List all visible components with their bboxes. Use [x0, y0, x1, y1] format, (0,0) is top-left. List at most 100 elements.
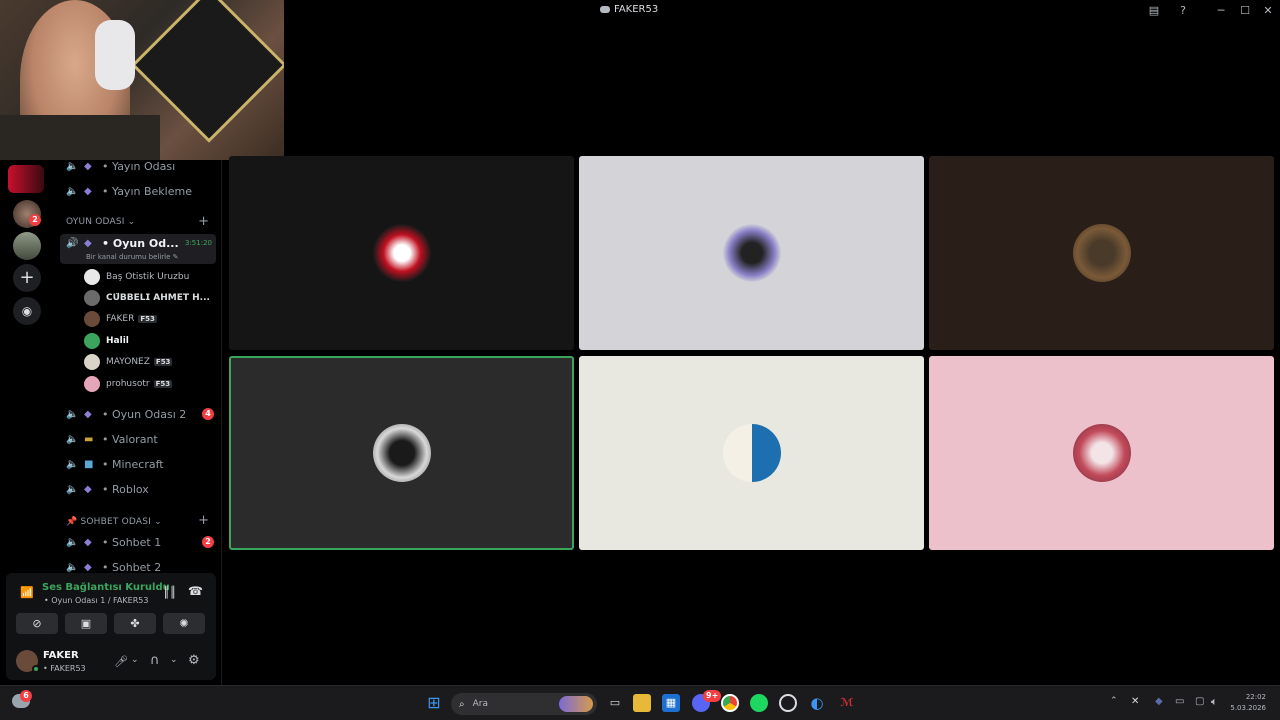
voice-status[interactable]: Ses Bağlantısı Kuruldu	[42, 582, 170, 593]
taskbar-search[interactable]: ⌕ Ara	[451, 693, 597, 715]
edge-icon[interactable]: ◐	[808, 694, 826, 712]
user-name[interactable]: FAKER	[43, 650, 79, 661]
video-tile[interactable]	[229, 156, 574, 350]
close-button[interactable]: ✕	[1260, 3, 1276, 19]
member-name: Baş Otistik Uruzbu	[106, 272, 190, 282]
avatar	[84, 333, 100, 349]
roblox-icon: ◆	[84, 483, 92, 495]
spotify-icon[interactable]	[750, 694, 768, 712]
voice-channel-path[interactable]: • Oyun Odası 1 / FAKER53	[44, 596, 148, 605]
video-tile[interactable]	[929, 156, 1274, 350]
channel-roblox[interactable]: 🔈 ◆ • Roblox	[60, 478, 216, 500]
channel-minecraft[interactable]: 🔈 ■ • Minecraft	[60, 453, 216, 475]
activities-button[interactable]: ✤	[114, 613, 156, 634]
help-icon[interactable]: ?	[1175, 3, 1191, 19]
webcam-headset	[95, 20, 135, 90]
channel-yayin-odasi[interactable]: 🔈 ◆ • Yayın Odası	[60, 160, 216, 177]
participant-avatar	[1072, 424, 1131, 482]
search-highlight-icon	[559, 696, 593, 712]
voice-timer: 3:51:20	[185, 239, 212, 247]
server-logo-icon[interactable]	[8, 165, 44, 193]
valorant-icon: ▬	[84, 433, 94, 445]
channel-oyun-odasi-1[interactable]: 🔊 ◆ • Oyun Od... 3:51:20 Bir kanal durum…	[60, 234, 216, 264]
member-tag: F53	[153, 358, 173, 366]
keyboard-icon[interactable]: ▭	[1175, 696, 1184, 707]
display-icon[interactable]: ▢	[1195, 696, 1204, 707]
camera-off-button[interactable]: ⊘	[16, 613, 58, 634]
system-clock[interactable]: 22:02 5.03.2026	[1230, 692, 1266, 714]
participant-avatar	[722, 224, 781, 282]
discord-icon	[600, 6, 610, 13]
add-server-icon[interactable]: +	[13, 264, 41, 292]
channel-icon: ◆	[84, 536, 92, 548]
obs-icon[interactable]	[779, 694, 797, 712]
headphones-icon[interactable]: ∩	[150, 653, 160, 668]
chrome-icon[interactable]	[721, 694, 739, 712]
disconnect-icon[interactable]: ☎	[188, 584, 203, 598]
voice-member[interactable]: prohusotr F53	[84, 374, 173, 394]
task-view-icon[interactable]: ▭	[606, 694, 624, 712]
clock-date: 5.03.2026	[1230, 704, 1266, 712]
search-icon: ⌕	[459, 698, 465, 710]
speaker-icon: 🔈	[66, 160, 79, 172]
voice-member[interactable]: Halil	[84, 331, 129, 351]
add-channel-icon[interactable]: +	[198, 214, 209, 229]
voice-member[interactable]: 𝗖𝗨̈𝗕𝗕𝗘𝗟𝗜 𝗔𝗛𝗠𝗘𝗧 𝗛...	[84, 288, 210, 308]
voice-connection-panel: 📶 Ses Bağlantısı Kuruldu • Oyun Odası 1 …	[6, 573, 216, 680]
weather-badge: 6	[20, 690, 32, 702]
video-tile[interactable]	[229, 356, 574, 550]
channel-oyun-odasi-2[interactable]: 🔈 ◆ • Oyun Odası 2 4	[60, 403, 216, 425]
avatar	[84, 354, 100, 370]
store-icon[interactable]: ▦	[662, 694, 680, 712]
speaker-icon: 🔈	[66, 483, 79, 495]
tray-app-icon[interactable]: ✕	[1131, 696, 1139, 707]
video-tile[interactable]	[579, 356, 924, 550]
channel-yayin-bekleme[interactable]: 🔈 ◆ • Yayın Bekleme	[60, 180, 216, 202]
chevron-down-icon[interactable]: ⌄	[170, 655, 178, 665]
windows-start-icon[interactable]: ⊞	[425, 694, 443, 712]
video-tile[interactable]	[579, 156, 924, 350]
channel-sohbet-1[interactable]: 🔈 ◆ • Sohbet 1 2	[60, 531, 216, 553]
channel-status-hint[interactable]: Bir kanal durumu belirle ✎	[86, 253, 179, 261]
category-label: SOHBET ODASI ⌄	[80, 517, 162, 527]
member-name: 𝗖𝗨̈𝗕𝗕𝗘𝗟𝗜 𝗔𝗛𝗠𝗘𝗧 𝗛...	[106, 293, 210, 303]
taskbar: 6 ⊞ ⌕ Ara ▭ ▦ 9+ ◐ ℳ ⌃ ✕ ◆ ▭ ▢ 🔈︎ 22:02 …	[0, 685, 1280, 720]
volume-icon[interactable]: 🔈︎	[1211, 695, 1218, 709]
explore-icon[interactable]: ◉	[13, 297, 41, 325]
microphone-icon[interactable]: 🎤︎	[114, 655, 128, 668]
video-tile[interactable]	[929, 356, 1274, 550]
channel-label: • Valorant	[102, 432, 158, 446]
noise-suppression-icon[interactable]: ║║	[163, 586, 176, 599]
channel-icon: ◆	[84, 185, 92, 197]
soundboard-button[interactable]: ✺	[163, 613, 205, 634]
voice-member[interactable]: FAKER F53	[84, 309, 157, 329]
channel-icon: ◆	[84, 238, 92, 249]
app-icon[interactable]: ℳ	[838, 694, 856, 712]
screen-share-button[interactable]: ▣	[65, 613, 107, 634]
member-tag: F53	[138, 315, 157, 323]
speaker-icon: 🔈	[66, 185, 79, 197]
speaker-icon: 🔈	[66, 433, 79, 445]
chevron-up-icon[interactable]: ⌃	[1110, 696, 1118, 706]
add-channel-icon[interactable]: +	[198, 513, 209, 528]
avatar	[84, 311, 100, 327]
maximize-button[interactable]: ☐	[1237, 3, 1253, 19]
minimize-button[interactable]: ─	[1213, 3, 1229, 19]
voice-member[interactable]: Baş Otistik Uruzbu	[84, 267, 189, 287]
user-status[interactable]: • FAKER53	[43, 664, 86, 673]
server-avatar-2[interactable]	[13, 232, 41, 260]
voice-member[interactable]: MAYONEZ F53	[84, 352, 173, 372]
search-placeholder: Ara	[472, 699, 488, 709]
chevron-down-icon[interactable]: ⌄	[131, 655, 139, 665]
channel-valorant[interactable]: 🔈 ▬ • Valorant	[60, 428, 216, 450]
file-explorer-icon[interactable]	[633, 694, 651, 712]
category-oyun-odasi[interactable]: OYUN ODASI ⌄	[66, 217, 135, 227]
inbox-icon[interactable]: ▤	[1146, 3, 1162, 19]
window-title: FAKER53	[600, 4, 658, 15]
tray-shield-icon[interactable]: ◆	[1155, 696, 1163, 707]
speaker-icon: 🔈	[66, 408, 79, 420]
category-sohbet-odasi[interactable]: 📌 SOHBET ODASI ⌄	[66, 517, 162, 527]
signal-icon[interactable]: 📶	[20, 586, 34, 599]
channel-label: • Sohbet 2	[102, 560, 162, 574]
gear-icon[interactable]: ⚙	[188, 653, 200, 668]
